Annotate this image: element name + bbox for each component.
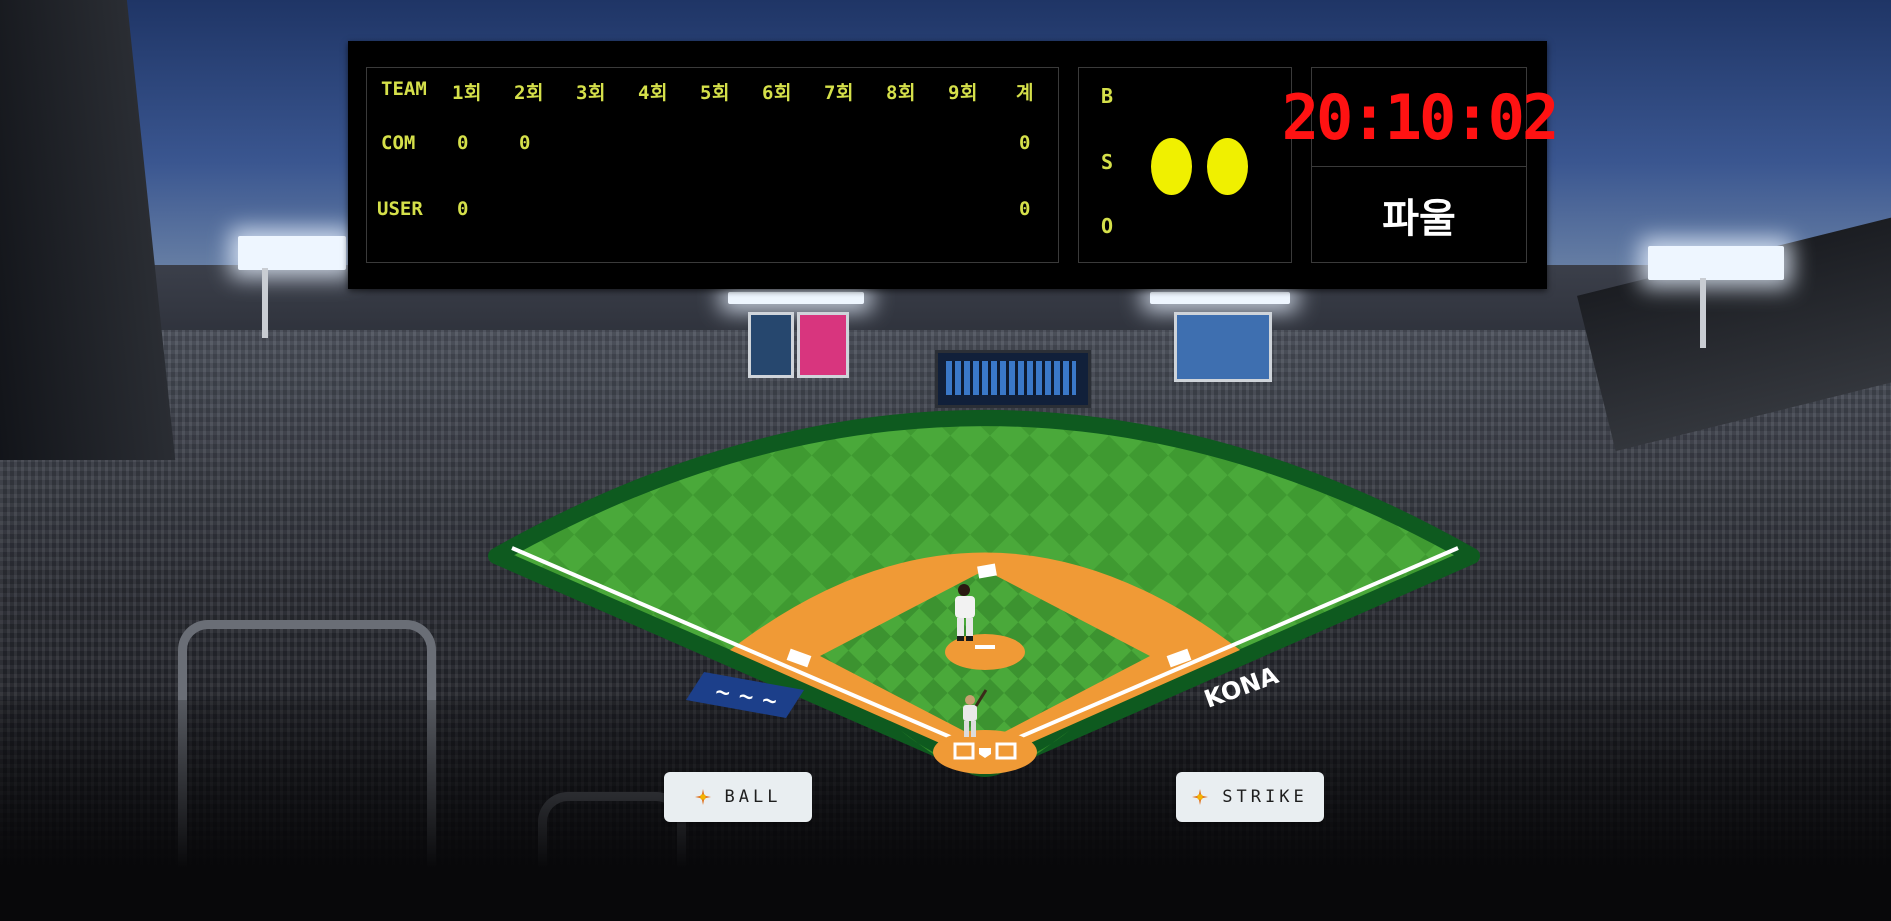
inning-header: 6회 [762,82,792,104]
pitchers-rubber [975,645,995,649]
strike-button-label: STRIKE [1222,787,1308,807]
strike-light [1207,138,1248,195]
inning-score: 0 [457,132,469,154]
game-clock: 20:10:02 [1282,68,1559,167]
play-status: 파울 [1382,196,1456,242]
total-header: 계 [1016,82,1034,104]
inning-header: 2회 [514,82,544,104]
inning-header: 4회 [638,82,668,104]
inning-header: 3회 [576,82,606,104]
inning-header: 9회 [948,82,978,104]
inning-header: 5회 [700,82,730,104]
team-name-user: USER [377,198,423,220]
strike-button[interactable]: STRIKE [1176,772,1324,822]
clock-panel: 20:10:02 파울 [1282,67,1559,263]
team-header: TEAM [381,78,427,100]
inning-header: 1회 [452,82,482,104]
strike-count-label: S [1101,150,1114,174]
baseball-sparkle-icon [1192,789,1209,805]
scoreboard: TEAM 1회 2회 3회 4회 5회 6회 7회 8회 9회 계 COM 0 … [348,41,1559,289]
inning-score: 0 [519,132,531,154]
baseball-sparkle-icon [694,789,711,805]
inning-header: 7회 [824,82,854,104]
inning-score-panel: TEAM 1회 2회 3회 4회 5회 6회 7회 8회 9회 계 COM 0 … [366,67,1059,263]
inning-header: 8회 [886,82,916,104]
inning-score: 0 [457,198,469,220]
ball-button-label: BALL [724,787,782,807]
out-count-label: O [1101,214,1114,238]
count-panel: B S O [1078,67,1292,263]
team-total-user: 0 [1019,198,1031,220]
team-name-com: COM [381,132,416,154]
ball-count-label: B [1101,84,1114,108]
strike-light [1151,138,1192,195]
team-total-com: 0 [1019,132,1031,154]
ball-button[interactable]: BALL [664,772,812,822]
